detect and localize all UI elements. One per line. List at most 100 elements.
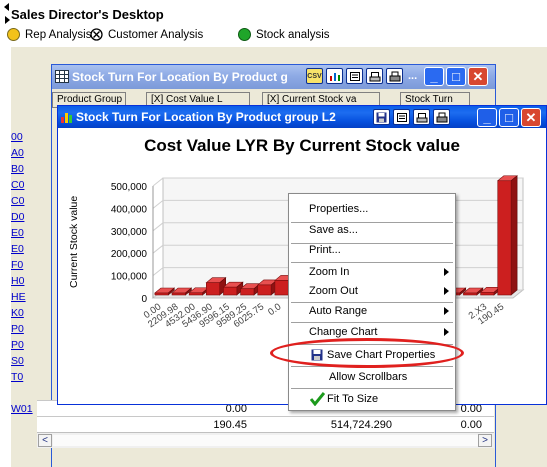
chart-bar[interactable] — [154, 292, 169, 296]
submenu-arrow-icon — [444, 328, 449, 336]
group-link[interactable]: H0 — [11, 275, 24, 287]
group-link[interactable]: S0 — [11, 355, 24, 367]
back-window-title-bar[interactable]: Stock Turn For Location By Product g CSV… — [52, 65, 495, 89]
csv-icon[interactable]: CSV — [306, 68, 323, 84]
app-icon — [61, 113, 72, 123]
group-link[interactable]: A0 — [11, 147, 24, 159]
menu-item-save-as[interactable]: Save as... — [289, 220, 455, 240]
page-setup-icon[interactable] — [366, 68, 383, 84]
yellow-circle-icon — [7, 28, 20, 41]
back-window-title: Stock Turn For Location By Product g — [72, 70, 288, 84]
nav-bar: Rep Analysis Customer Analysis Stock ana… — [0, 25, 547, 47]
print-icon[interactable] — [433, 109, 450, 125]
group-link[interactable]: C0 — [11, 195, 24, 207]
nav-stock-analysis[interactable]: Stock analysis — [238, 28, 330, 41]
x-tick-label: 0.0 — [266, 301, 283, 318]
menu-item-label: Zoom In — [309, 266, 350, 278]
menu-item-label: Save as... — [309, 224, 358, 236]
y-tick-label: 0 — [141, 294, 147, 305]
close-button[interactable]: ✕ — [521, 108, 541, 127]
green-circle-icon — [238, 28, 251, 41]
menu-item-label: Auto Range — [309, 305, 368, 317]
submenu-arrow-icon — [444, 287, 449, 295]
menu-item-properties[interactable]: Properties... — [289, 199, 455, 219]
print-preview-icon[interactable] — [346, 68, 363, 84]
group-link[interactable]: 00 — [11, 131, 23, 143]
menu-item-label: Print... — [309, 244, 341, 256]
chart-gridline — [152, 222, 164, 232]
chart-gridline — [152, 177, 164, 187]
checkmark-icon — [310, 392, 325, 406]
menu-item-label: Properties... — [309, 203, 369, 215]
print-icon[interactable] — [386, 68, 403, 84]
print-preview-icon[interactable] — [393, 109, 410, 125]
group-link[interactable]: D0 — [11, 211, 24, 223]
chart-bar[interactable] — [274, 280, 289, 296]
chart-bar[interactable] — [257, 284, 272, 296]
chart-bar[interactable] — [240, 288, 255, 296]
page-setup-icon[interactable] — [413, 109, 430, 125]
maximize-button[interactable]: □ — [446, 67, 466, 86]
chart-bar[interactable] — [188, 292, 203, 296]
menu-item-allow-scrollbars[interactable]: Allow Scrollbars — [289, 367, 455, 387]
y-tick-label: 300,000 — [111, 227, 148, 238]
chart-bar[interactable] — [497, 180, 512, 296]
submenu-arrow-icon — [444, 307, 449, 315]
group-link[interactable]: HE — [11, 291, 26, 303]
y-tick-label: 400,000 — [111, 204, 148, 215]
group-link[interactable]: T0 — [11, 371, 23, 383]
group-link[interactable]: E0 — [11, 227, 24, 239]
chart-gridline — [152, 244, 164, 254]
maximize-button[interactable]: □ — [499, 108, 519, 127]
chart-icon[interactable] — [326, 68, 343, 84]
chart-bar[interactable] — [463, 292, 478, 296]
nav-label: Rep Analysis — [25, 28, 92, 41]
group-link[interactable]: P0 — [11, 339, 24, 351]
scroll-right-button[interactable]: > — [478, 434, 492, 447]
nav-label: Customer Analysis — [108, 28, 204, 41]
horizontal-scrollbar[interactable]: < > — [37, 432, 494, 448]
nav-customer-analysis[interactable]: Customer Analysis — [90, 28, 203, 41]
grid-icon — [55, 70, 69, 83]
scroll-track[interactable] — [53, 435, 478, 446]
chart-bar[interactable] — [206, 282, 220, 296]
menu-item-zoom-in[interactable]: Zoom In — [289, 262, 455, 282]
y-tick-label: 200,000 — [111, 249, 148, 260]
menu-item-label: Allow Scrollbars — [329, 371, 408, 383]
group-link[interactable]: E0 — [11, 243, 24, 255]
menu-item-label: Zoom Out — [309, 285, 358, 297]
y-axis-label: Current Stock value — [68, 195, 80, 288]
chart-bar[interactable] — [171, 292, 186, 296]
chart-bar[interactable] — [223, 286, 238, 296]
nav-rep-analysis[interactable]: Rep Analysis — [7, 28, 91, 41]
minimize-button[interactable]: _ — [477, 108, 497, 127]
chart-bar[interactable] — [480, 292, 495, 296]
back-window-title-ellipsis: ... — [408, 70, 418, 82]
context-menu: Properties... Save as... Print... Zoom I… — [288, 193, 456, 411]
menu-item-print[interactable]: Print... — [289, 240, 455, 260]
group-link[interactable]: K0 — [11, 307, 24, 319]
menu-item-zoom-out[interactable]: Zoom Out — [289, 281, 455, 301]
group-link[interactable]: C0 — [11, 179, 24, 191]
group-link[interactable]: B0 — [11, 163, 24, 175]
group-link[interactable]: F0 — [11, 259, 23, 271]
group-link[interactable]: P0 — [11, 323, 24, 335]
nav-label: Stock analysis — [256, 28, 330, 41]
y-tick-label: 100,000 — [111, 272, 148, 283]
grid-line — [37, 416, 494, 417]
grid-cell: 0.00 — [460, 419, 482, 431]
scroll-left-button[interactable]: < — [38, 434, 52, 447]
chart-window-title-bar[interactable]: Stock Turn For Location By Product group… — [58, 106, 546, 128]
desktop-title: Sales Director's Desktop — [11, 7, 164, 22]
close-button[interactable]: ✕ — [468, 67, 488, 86]
menu-item-auto-range[interactable]: Auto Range — [289, 301, 455, 321]
group-link[interactable]: W01 — [11, 403, 33, 415]
minimize-button[interactable]: _ — [424, 67, 444, 86]
crossed-circle-icon — [90, 28, 103, 41]
save-icon[interactable] — [373, 109, 390, 125]
highlight-ellipse — [270, 338, 464, 368]
grid-cell: 190.45 — [213, 419, 247, 431]
desktop-title-bar: Sales Director's Desktop — [0, 0, 547, 26]
menu-item-label: Fit To Size — [327, 393, 379, 405]
menu-item-fit-to-size[interactable]: Fit To Size — [289, 389, 455, 409]
